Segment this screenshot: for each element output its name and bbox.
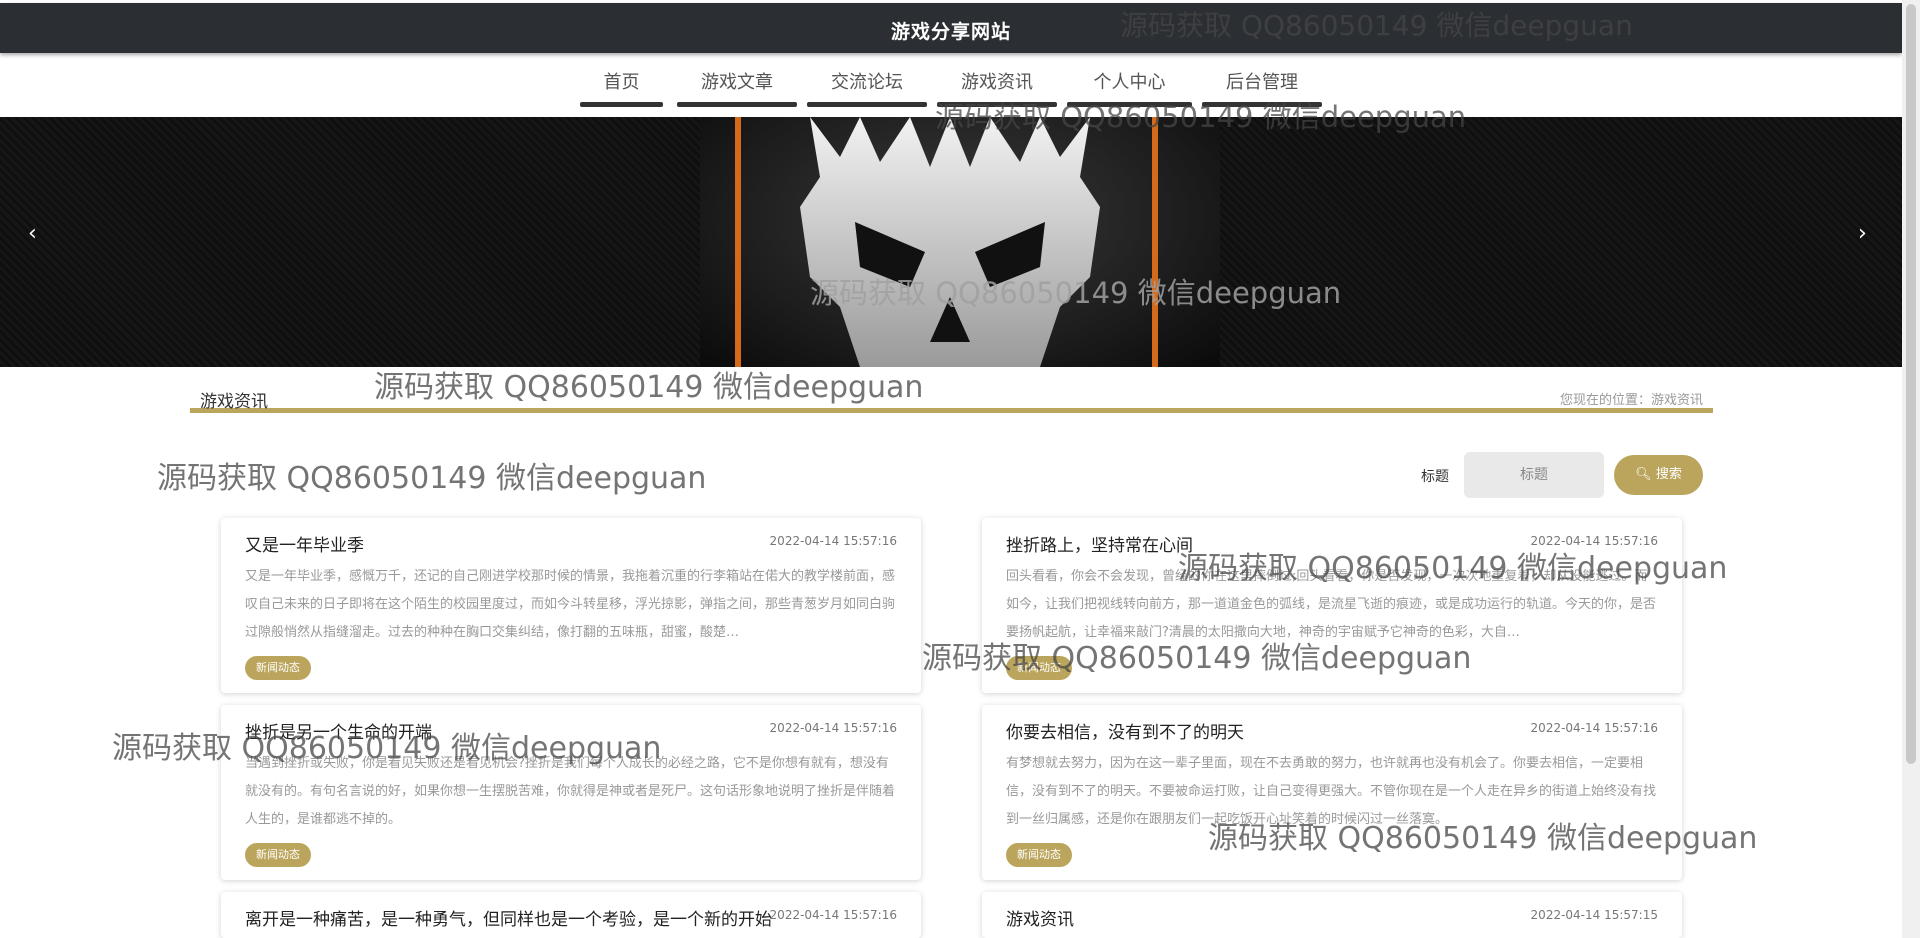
banner-carousel[interactable]: ‹ ›	[0, 117, 1902, 367]
nav-underline	[677, 102, 797, 107]
skull-emblem-image	[800, 117, 1100, 367]
nav-item-game-news[interactable]: 游戏资讯	[937, 68, 1057, 107]
article-date: 2022-04-14 15:57:15	[1530, 908, 1658, 922]
carousel-next-icon[interactable]: ›	[1858, 221, 1867, 246]
nav-item-game-articles[interactable]: 游戏文章	[677, 68, 797, 107]
breadcrumb: 您现在的位置：游戏资讯	[1559, 393, 1703, 408]
nav-underline	[937, 102, 1057, 107]
main-nav: 首页 游戏文章 交流论坛 游戏资讯 个人中心 后台管理	[0, 60, 1902, 108]
search-button-label: 搜索	[1655, 467, 1682, 482]
article-title[interactable]: 你要去相信，没有到不了的明天	[1006, 718, 1244, 743]
article-date: 2022-04-14 15:57:16	[1530, 721, 1658, 735]
nav-item-admin[interactable]: 后台管理	[1202, 68, 1322, 107]
nav-underline	[1067, 102, 1192, 107]
carousel-prev-icon[interactable]: ‹	[28, 221, 37, 246]
article-card[interactable]: 又是一年毕业季 2022-04-14 15:57:16 又是一年毕业季，感慨万千…	[221, 518, 921, 693]
article-summary: 又是一年毕业季，感慨万千，还记的自己刚进学校那时候的情景，我拖着沉重的行李箱站在…	[245, 569, 896, 640]
article-tag-badge[interactable]: 新闻动态	[1006, 656, 1072, 680]
search-icon: 🔍︎	[1635, 467, 1652, 482]
search-button[interactable]: 🔍︎ 搜索	[1614, 455, 1703, 495]
search-label: 标题	[1421, 469, 1449, 485]
search-input[interactable]	[1464, 452, 1604, 498]
nav-underline	[1202, 102, 1322, 107]
nav-item-home[interactable]: 首页	[580, 68, 663, 107]
article-title[interactable]: 离开是一种痛苦，是一种勇气，但同样也是一个考验，是一个新的开始	[245, 905, 772, 930]
nav-item-user-center[interactable]: 个人中心	[1067, 68, 1192, 107]
watermark-text: 源码获取 QQ86050149 微信deepguan	[157, 461, 707, 496]
page-scrollbar[interactable]	[1902, 0, 1920, 938]
nav-underline	[580, 102, 663, 107]
nav-item-forum[interactable]: 交流论坛	[807, 68, 927, 107]
article-summary: 有梦想就去努力，因为在这一辈子里面，现在不去勇敢的努力，也许就再也没有机会了。你…	[1006, 756, 1657, 827]
nav-item-label: 游戏资讯	[961, 72, 1033, 93]
article-card[interactable]: 游戏资讯 2022-04-14 15:57:15	[982, 892, 1682, 938]
nav-item-label: 后台管理	[1226, 72, 1298, 93]
article-date: 2022-04-14 15:57:16	[769, 534, 897, 548]
nav-item-label: 首页	[603, 72, 640, 93]
article-title[interactable]: 又是一年毕业季	[245, 531, 364, 556]
section-title: 游戏资讯	[200, 392, 268, 412]
article-date: 2022-04-14 15:57:16	[769, 721, 897, 735]
banner-texture-right	[1220, 117, 1902, 367]
article-card[interactable]: 离开是一种痛苦，是一种勇气，但同样也是一个考验，是一个新的开始 2022-04-…	[221, 892, 921, 938]
site-title: 游戏分享网站	[890, 21, 1011, 43]
article-summary: 回头看看，你会不会发现，曾经的你在这里摔倒过;回头看看，你是否发现，一次次地重复…	[1006, 569, 1657, 640]
article-title[interactable]: 游戏资讯	[1006, 905, 1074, 930]
article-title[interactable]: 挫折是另一个生命的开端	[245, 718, 432, 743]
article-date: 2022-04-14 15:57:16	[1530, 534, 1658, 548]
article-tag-badge[interactable]: 新闻动态	[245, 656, 311, 680]
nav-item-label: 交流论坛	[831, 72, 903, 93]
article-card[interactable]: 挫折是另一个生命的开端 2022-04-14 15:57:16 当遇到挫折或失败…	[221, 705, 921, 880]
article-title[interactable]: 挫折路上，坚持常在心间	[1006, 531, 1193, 556]
banner-texture-left	[0, 117, 700, 367]
top-header-bar: 游戏分享网站	[0, 3, 1902, 53]
article-tag-badge[interactable]: 新闻动态	[1006, 843, 1072, 867]
scrollbar-thumb[interactable]	[1906, 4, 1916, 764]
section-header: 游戏资讯 您现在的位置：游戏资讯	[190, 383, 1713, 413]
article-card[interactable]: 挫折路上，坚持常在心间 2022-04-14 15:57:16 回头看看，你会不…	[982, 518, 1682, 693]
article-summary: 当遇到挫折或失败，你是看见失败还是看见机会?挫折是我们每个人成长的必经之路，它不…	[245, 756, 896, 827]
nav-underline	[807, 102, 927, 107]
nav-item-label: 游戏文章	[701, 72, 773, 93]
article-card[interactable]: 你要去相信，没有到不了的明天 2022-04-14 15:57:16 有梦想就去…	[982, 705, 1682, 880]
page: 游戏分享网站 首页 游戏文章 交流论坛 游戏资讯 个人中心 后台管理 ‹ › 游…	[0, 0, 1920, 938]
article-tag-badge[interactable]: 新闻动态	[245, 843, 311, 867]
nav-item-label: 个人中心	[1093, 72, 1166, 93]
article-date: 2022-04-14 15:57:16	[769, 908, 897, 922]
